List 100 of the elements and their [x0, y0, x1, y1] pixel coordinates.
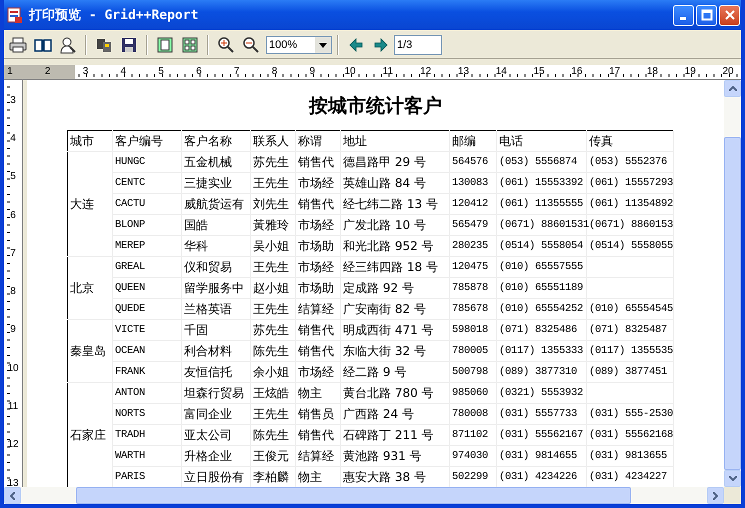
table-cell: (031) 55562167: [499, 429, 584, 441]
ruler-number: 10: [7, 362, 19, 374]
table-cell: 经三纬四路 18 号: [343, 260, 438, 274]
table-cell: MEREP: [115, 240, 146, 252]
up-chevron-icon: [728, 86, 736, 91]
table-cell: ANTON: [115, 387, 146, 399]
table-cell: 市场助: [298, 280, 334, 294]
ruler-number: 2: [44, 66, 50, 77]
table-cell: 东临大街 32 号: [343, 344, 426, 358]
minimize-button[interactable]: [673, 4, 694, 26]
table-cell: FRANK: [115, 366, 146, 378]
zoom-dropdown[interactable]: 100%: [266, 36, 332, 54]
table-cell: (010) 65557555: [499, 261, 584, 273]
table-cell: 定成路 92 号: [343, 280, 414, 294]
table-cell: 785878: [452, 282, 488, 294]
scrollbar-corner: [724, 487, 741, 504]
table-cell: 千固: [184, 322, 208, 336]
column-header: 地址: [343, 134, 367, 148]
table-cell: 留学服务中: [184, 280, 244, 294]
table-cell: CACTU: [115, 198, 146, 210]
table-cell: 市场经: [298, 218, 334, 232]
table-cell: (061) 11354892: [589, 198, 674, 210]
table-cell: 565479: [452, 219, 488, 231]
table-cell: 立日股份有: [184, 470, 244, 484]
table-cell: (061) 11355555: [499, 198, 584, 210]
ruler-number: 1: [7, 66, 13, 77]
page-number-field[interactable]: 1/3: [394, 35, 442, 55]
ruler-number: 3: [10, 94, 16, 106]
table-cell: (061) 15557293: [589, 177, 674, 189]
table-cell: CENTC: [115, 177, 146, 189]
ruler-number: 4: [120, 66, 126, 77]
ruler-number: 4: [10, 132, 16, 144]
scrollbar-thumb[interactable]: [724, 137, 741, 470]
table-cell: BLONP: [115, 219, 146, 231]
table-cell: 王炫皓: [253, 386, 289, 400]
table-cell: NORTS: [115, 408, 146, 420]
table-cell: (0117) 1355333: [499, 345, 584, 357]
app-icon: [6, 6, 24, 24]
ruler-number: 11: [8, 401, 18, 412]
table-cell: 广西路 24 号: [343, 406, 414, 420]
table-cell: 苏先生: [253, 322, 289, 336]
ruler-number: 18: [646, 66, 658, 77]
table-cell: 130083: [452, 177, 488, 189]
table-cell: 刘先生: [253, 196, 289, 210]
ruler-number: 9: [10, 324, 16, 336]
table-cell: 广发北路 10 号: [343, 218, 426, 232]
vertical-scrollbar[interactable]: [724, 80, 741, 487]
table-cell: 吴小姐: [253, 238, 289, 252]
city-cell: 石家庄: [70, 428, 106, 442]
table-cell: 120412: [452, 198, 488, 210]
ruler-number: 6: [196, 66, 202, 77]
multi-page-icon: [181, 36, 199, 54]
minimize-icon: [680, 17, 686, 20]
scroll-up-button[interactable]: [724, 80, 741, 97]
table-cell: 赵小姐: [253, 280, 289, 294]
maximize-button[interactable]: [696, 4, 717, 26]
window-title: 打印预览 - Grid++Report: [29, 7, 198, 24]
table-cell: 280235: [452, 240, 488, 252]
ruler-number: 8: [272, 66, 278, 77]
table-cell: WARTH: [115, 450, 146, 462]
scrollbar-thumb[interactable]: [76, 487, 631, 504]
left-arrow-icon: [347, 36, 365, 54]
horizontal-scrollbar[interactable]: [4, 487, 741, 504]
close-icon: [724, 9, 736, 21]
zoom-in-icon: [217, 36, 235, 54]
ruler-number: 12: [7, 439, 19, 450]
ruler-number: 3: [82, 66, 88, 77]
table-cell: (0671) 8860153: [589, 219, 674, 231]
scroll-down-button[interactable]: [724, 470, 741, 487]
table-cell: 780005: [452, 345, 488, 357]
ruler-number: 10: [344, 66, 356, 77]
scroll-right-button[interactable]: [707, 487, 724, 504]
scroll-left-button[interactable]: [4, 487, 21, 504]
table-cell: 结算经: [298, 448, 334, 462]
table-cell: QUEEN: [115, 282, 146, 294]
dropdown-button[interactable]: [315, 37, 331, 53]
table-cell: (053) 5552376: [589, 156, 668, 168]
ruler-number: 9: [309, 66, 316, 77]
table-cell: (010) 65551189: [499, 282, 584, 294]
table-cell: 物主: [298, 386, 322, 400]
table-cell: 871102: [452, 429, 488, 441]
zoom-out-icon: [242, 36, 260, 54]
table-cell: 销售代: [298, 344, 334, 358]
table-cell: 李柏麟: [253, 470, 289, 484]
table-cell: 陈先生: [253, 344, 289, 358]
down-chevron-icon: [728, 476, 736, 481]
ruler-number: 7: [10, 248, 16, 259]
table-cell: 985060: [452, 387, 488, 399]
table-cell: 市场助: [298, 238, 334, 252]
ruler-number: 13: [458, 66, 470, 77]
column-header: 电话: [499, 134, 523, 148]
table-cell: VICTE: [115, 324, 146, 336]
ruler-number: 17: [609, 66, 620, 77]
table-cell: 惠安大路 38 号: [343, 470, 426, 484]
table-cell: 利合材料: [184, 344, 232, 358]
table-cell: 王先生: [253, 176, 289, 190]
table-cell: (031) 9814655: [499, 450, 578, 462]
close-button[interactable]: [719, 4, 740, 26]
report-title: 按城市统计客户: [308, 94, 443, 118]
table-cell: 五金机械: [184, 154, 232, 168]
